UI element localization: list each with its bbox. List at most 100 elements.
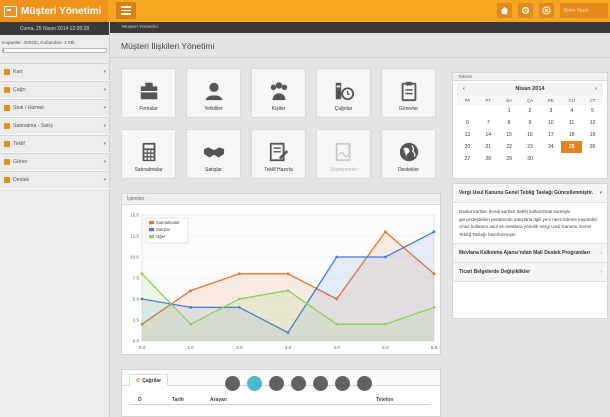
tile-label: Firmalar xyxy=(139,106,158,112)
calendar-day[interactable]: 10 xyxy=(540,117,561,129)
news-item-header[interactable]: Ticari Belgelerde Değişiklikler › xyxy=(453,263,607,282)
tile-globe[interactable]: Destekler xyxy=(381,129,436,179)
sidebar-item-5[interactable]: Teklif ▾ xyxy=(0,135,110,153)
calendar-day[interactable]: 11 xyxy=(561,117,582,129)
calendar-day[interactable]: 30 xyxy=(520,153,541,165)
calendar-prev-button[interactable]: ‹ xyxy=(463,86,465,92)
tile-calculator[interactable]: Satınalmalar xyxy=(121,129,176,179)
calendar-day[interactable]: 18 xyxy=(561,129,582,141)
sidebar-item-7[interactable]: Destek ▾ xyxy=(0,171,110,189)
weekday-header: SA xyxy=(498,95,520,105)
sidebar-item-label: Görev xyxy=(13,159,28,165)
sidebar-item-2[interactable]: Çağrı ▾ xyxy=(0,81,110,99)
calendar-day[interactable]: 12 xyxy=(582,117,603,129)
menu-item-icon xyxy=(4,141,10,147)
calendar-day[interactable]: 2 xyxy=(561,153,582,165)
news-item-header[interactable]: Vergi Usul Kanunu Genel Tebliğ Taslağı G… xyxy=(453,184,607,203)
calendar-day[interactable]: 2 xyxy=(520,105,541,117)
tab-calls[interactable]: ✆ Çağrılar xyxy=(129,374,169,387)
calculator-icon xyxy=(142,142,155,162)
calendar-day[interactable]: 3 xyxy=(540,105,561,117)
user-menu[interactable]: Birim Yazılı xyxy=(560,3,608,18)
column-header-phone[interactable]: Telefon xyxy=(376,397,393,403)
calendar-day[interactable]: 1 xyxy=(540,153,561,165)
pager-dot[interactable] xyxy=(269,376,284,391)
news-item-header[interactable]: Mevlana Kalkınma Ajansı'ndan Mali Destek… xyxy=(453,244,607,263)
pager-dot[interactable] xyxy=(313,376,328,391)
calendar-day[interactable]: 5 xyxy=(582,105,603,117)
calendar-day[interactable]: 26 xyxy=(582,141,603,153)
close-button[interactable] xyxy=(539,3,554,18)
breadcrumb[interactable]: Müşteri Yönetimi xyxy=(110,22,610,33)
weekday-header: ÇA xyxy=(519,95,541,105)
settings-button[interactable] xyxy=(518,3,533,18)
tile-edit-document[interactable]: Teklif Hazırla xyxy=(251,129,306,179)
column-header-d[interactable]: D xyxy=(138,397,142,403)
calendar-grid: PA PT SA ÇA PE CU CT 30 31 1 2 3 4 5 6 7 8 9 10 11 12 13 14 15 1… xyxy=(457,95,603,165)
pager-dot[interactable] xyxy=(335,376,350,391)
calendar-day[interactable]: 4 xyxy=(561,105,582,117)
column-header-caller[interactable]: Arayan xyxy=(210,397,227,403)
calendar-day[interactable]: 8 xyxy=(499,117,520,129)
sidebar-item-6[interactable]: Görev ▾ xyxy=(0,153,110,171)
page-title: Müşteri İlişkileri Yönetimi xyxy=(121,41,215,51)
calendar-next-button[interactable]: › xyxy=(595,86,597,92)
people-icon xyxy=(270,82,287,101)
chevron-down-icon: ▾ xyxy=(103,123,106,129)
calendar-day[interactable]: 20 xyxy=(457,141,478,153)
x-tick-label: 2.0 xyxy=(236,345,243,350)
calendar-day[interactable]: 29 xyxy=(499,153,520,165)
calendar-day[interactable]: 17 xyxy=(540,129,561,141)
calendar-day[interactable]: 15 xyxy=(499,129,520,141)
calendar-day-today[interactable]: 25 xyxy=(561,141,583,153)
pager-dot[interactable] xyxy=(225,376,240,391)
calendar-nav: ‹ Nisan 2014 › xyxy=(457,83,603,95)
data-point xyxy=(383,255,387,259)
data-point xyxy=(286,289,290,292)
data-point xyxy=(189,322,193,326)
calendar-day[interactable]: 24 xyxy=(540,141,561,153)
calendar-day[interactable]: 23 xyxy=(520,141,541,153)
calendar-day[interactable]: 28 xyxy=(478,153,499,165)
pager-dot[interactable] xyxy=(357,376,372,391)
tile-building[interactable]: Firmalar xyxy=(121,68,176,118)
pager-dot[interactable] xyxy=(247,376,262,391)
tile-handshake[interactable]: Satışlar xyxy=(186,129,241,179)
calendar-day[interactable]: 21 xyxy=(478,141,499,153)
menu-item-icon xyxy=(4,159,10,165)
calendar-day[interactable]: 30 xyxy=(457,105,478,117)
menu-toggle-button[interactable] xyxy=(116,2,136,19)
menu-item-icon xyxy=(4,123,10,129)
y-tick-label: 10.0 xyxy=(130,255,139,260)
calendar-day[interactable]: 7 xyxy=(478,117,499,129)
calendar-day[interactable]: 16 xyxy=(520,129,541,141)
calendar-month-label[interactable]: Nisan 2014 xyxy=(515,86,544,92)
brand[interactable]: Müşteri Yönetimi xyxy=(0,0,108,22)
data-point xyxy=(237,297,241,301)
pager-dot[interactable] xyxy=(291,376,306,391)
calendar-day[interactable]: 6 xyxy=(457,117,478,129)
sidebar-item-3[interactable]: Stok / Hizmet ▾ xyxy=(0,99,110,117)
tile-clipboard[interactable]: Görevler xyxy=(381,68,436,118)
tile-call-log[interactable]: Çağrılar xyxy=(316,68,371,118)
home-button[interactable] xyxy=(497,3,512,18)
chevron-down-icon: ▾ xyxy=(103,105,106,111)
menu-item-icon xyxy=(4,69,10,75)
gear-icon xyxy=(521,6,530,15)
calendar-day[interactable]: 27 xyxy=(457,153,478,165)
data-point xyxy=(383,322,387,326)
globe-icon xyxy=(399,142,418,162)
calendar-day[interactable]: 31 xyxy=(478,105,499,117)
column-header-date[interactable]: Tarih xyxy=(172,397,184,403)
sidebar-item-1[interactable]: Kart ▾ xyxy=(0,63,110,81)
tile-people[interactable]: Kişiler xyxy=(251,68,306,118)
calendar-day[interactable]: 19 xyxy=(582,129,603,141)
calendar-day[interactable]: 13 xyxy=(457,129,478,141)
calendar-day[interactable]: 1 xyxy=(499,105,520,117)
calendar-day[interactable]: 9 xyxy=(520,117,541,129)
tile-person[interactable]: Yetkililer xyxy=(186,68,241,118)
sidebar-item-4[interactable]: Satınalma - Satış ▾ xyxy=(0,117,110,135)
calendar-day[interactable]: 14 xyxy=(478,129,499,141)
calendar-day[interactable]: 22 xyxy=(499,141,520,153)
calendar-day[interactable]: 3 xyxy=(582,153,603,165)
